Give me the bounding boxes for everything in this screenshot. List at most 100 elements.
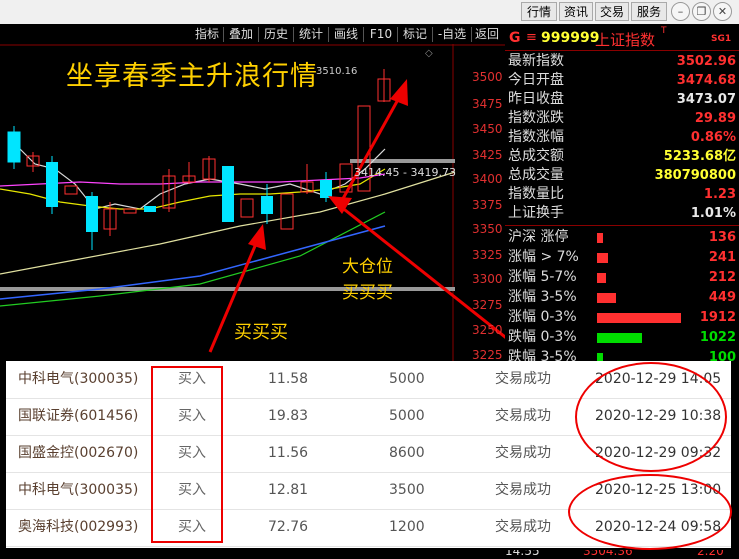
service-tab-button[interactable]: 服务 [631, 2, 667, 21]
buy-buy-buy-label-left: 买买买 [234, 322, 288, 343]
quote-row-value: 3474.68 [676, 73, 736, 88]
tab-mark[interactable]: 标记 [400, 25, 430, 44]
trade-quantity: 3500 [389, 482, 425, 498]
tab-indicator[interactable]: 指标 [193, 25, 221, 44]
quote-row-value: 5233.68亿 [663, 149, 736, 164]
distribution-value: 241 [708, 250, 736, 265]
trade-price: 11.58 [268, 371, 309, 387]
trade-quantity: 5000 [389, 371, 425, 387]
trade-price: 72.76 [268, 519, 309, 535]
trade-stock: 奥海科技(002993) [18, 519, 139, 535]
distribution-bar [597, 253, 608, 263]
trade-price: 19.83 [268, 408, 309, 424]
distribution-row: 跌幅 0-3% 1022 [505, 328, 739, 347]
distribution-label: 涨幅 5-7% [508, 269, 577, 285]
trade-status: 交易成功 [495, 482, 551, 498]
distribution-label: 沪深 涨停 [508, 229, 569, 245]
index-code: 999999 [541, 30, 600, 46]
quote-row: 总成交量 380790800 [505, 166, 739, 185]
y-tick: 3475 [472, 97, 503, 111]
y-tick: 3375 [472, 198, 503, 212]
bottom-strip [0, 548, 505, 559]
distribution-row: 涨幅 > 7% 241 [505, 248, 739, 267]
distribution-value: 449 [708, 290, 736, 305]
tab-overlay[interactable]: 叠加 [226, 25, 256, 44]
distribution-value: 1022 [699, 330, 736, 345]
tab-watchlist[interactable]: -自选 [435, 25, 469, 44]
quote-letter: G [509, 30, 521, 46]
top-price-label: 3510.16 [316, 66, 358, 77]
y-tick: 3275 [472, 298, 503, 312]
distribution-bar [597, 293, 616, 303]
trade-stock: 国联证券(601456) [18, 408, 139, 424]
index-name: 上证指数 [595, 31, 656, 49]
distribution-bar [597, 313, 681, 323]
distribution-value: 1912 [699, 310, 736, 325]
quote-row-value: 3473.07 [676, 92, 736, 107]
distribution-label: 涨幅 0-3% [508, 309, 577, 325]
distribution-row: 涨幅 3-5% 449 [505, 288, 739, 307]
quote-row-value: 1.01% [690, 206, 736, 221]
distribution-row: 沪深 涨停 136 [505, 228, 739, 247]
distribution-bar [597, 233, 603, 243]
distribution-label: 跌幅 0-3% [508, 329, 577, 345]
quote-row: 昨日收盘 3473.07 [505, 90, 739, 109]
trade-quantity: 1200 [389, 519, 425, 535]
menu-icon[interactable]: ≡ [526, 30, 537, 45]
distribution-bar [597, 333, 642, 343]
quote-row: 上证换手 1.01% [505, 204, 739, 223]
range-label: 3414.45 - 3419.73 [354, 166, 456, 179]
restore-icon[interactable]: ❐ [692, 2, 711, 21]
quote-row-value: 0.86% [690, 130, 736, 145]
news-tab-button[interactable]: 资讯 [559, 2, 593, 21]
quote-row: 总成交额 5233.68亿 [505, 147, 739, 166]
y-tick: 3350 [472, 222, 503, 236]
y-tick: 3425 [472, 148, 503, 162]
tab-back[interactable]: 返回 [473, 25, 501, 44]
promo-title: 坐享春季主升浪行情 [66, 61, 318, 92]
quote-row-label: 总成交量 [508, 167, 564, 183]
y-tick: 3225 [472, 348, 503, 362]
distribution-row: 涨幅 0-3% 1912 [505, 308, 739, 327]
quote-tab-button[interactable]: 行情 [521, 2, 557, 21]
quote-row-label: 总成交额 [508, 148, 564, 164]
trade-price: 12.81 [268, 482, 309, 498]
quote-row-label: 今日开盘 [508, 72, 564, 88]
tab-draw-line[interactable]: 画线 [331, 25, 361, 44]
trade-status: 交易成功 [495, 445, 551, 461]
top-toolbar: 行情 资讯 交易 服务 – ❐ ✕ [0, 0, 739, 25]
index-superscript: T [661, 26, 667, 36]
trade-quantity: 8600 [389, 445, 425, 461]
quote-row-label: 昨日收盘 [508, 91, 564, 107]
quote-row: 指数量比 1.23 [505, 185, 739, 204]
y-tick: 3300 [472, 272, 503, 286]
distribution-row: 涨幅 5-7% 212 [505, 268, 739, 287]
trade-status: 交易成功 [495, 519, 551, 535]
y-tick: 3400 [472, 172, 503, 186]
quote-row-label: 指数量比 [508, 186, 564, 202]
tab-history[interactable]: 历史 [261, 25, 291, 44]
trade-stock: 中科电气(300035) [18, 482, 139, 498]
quote-row-value: 380790800 [654, 168, 736, 183]
distribution-label: 涨幅 3-5% [508, 289, 577, 305]
svg-text:◇: ◇ [425, 48, 433, 59]
quote-row: 今日开盘 3474.68 [505, 71, 739, 90]
trade-tab-button[interactable]: 交易 [595, 2, 629, 21]
index-tag: SG1 [711, 34, 732, 44]
quote-row-value: 3502.96 [676, 54, 736, 69]
time-highlight-ellipse [568, 474, 732, 550]
y-tick: 3500 [472, 70, 503, 84]
trade-status: 交易成功 [495, 408, 551, 424]
minimize-icon[interactable]: – [671, 2, 690, 21]
distribution-bar [597, 273, 606, 283]
quote-row: 指数涨幅 0.86% [505, 128, 739, 147]
y-tick: 3325 [472, 248, 503, 262]
distribution-value: 136 [708, 230, 736, 245]
time-highlight-ellipse [575, 362, 727, 472]
tab-f10[interactable]: F10 [367, 25, 395, 44]
big-position-label: 大仓位 [342, 257, 393, 277]
close-icon[interactable]: ✕ [713, 2, 732, 21]
trade-price: 11.56 [268, 445, 309, 461]
tab-statistics[interactable]: 统计 [296, 25, 326, 44]
quote-row-value: 29.89 [694, 111, 736, 126]
